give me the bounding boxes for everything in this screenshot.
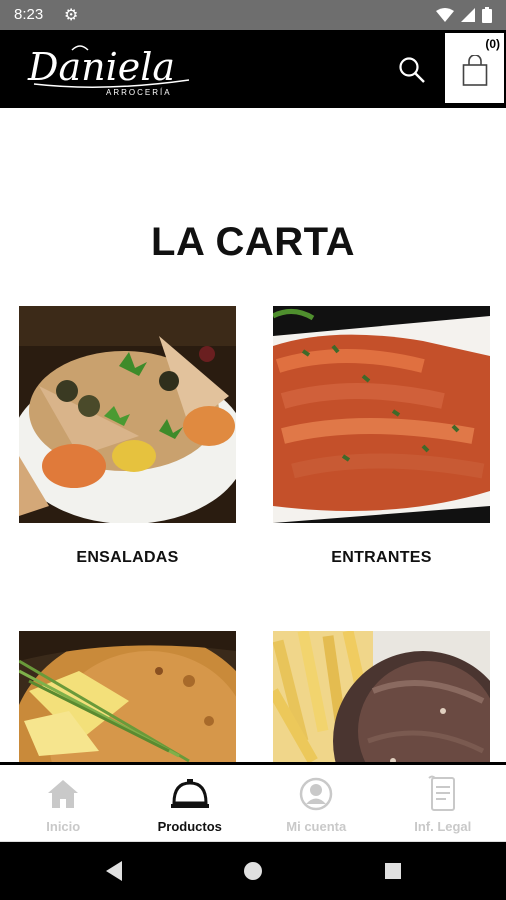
nav-label: Inf. Legal <box>414 819 472 834</box>
category-label: ENTRANTES <box>331 549 432 566</box>
status-time: 8:23 <box>14 6 44 23</box>
app-header: Daniela ARROCERÍA <box>0 30 506 108</box>
search-button[interactable] <box>394 52 430 88</box>
settings-gear-icon: ⚙ <box>64 7 79 24</box>
page-title: LA CARTA <box>151 220 355 264</box>
home-icon <box>48 780 79 808</box>
nav-label: Inicio <box>46 819 81 834</box>
status-bar: 8:23 ⚙ <box>0 0 506 30</box>
nav-label: Productos <box>157 819 222 834</box>
serving-cloche-icon <box>170 779 209 808</box>
category-label: ENSALADAS <box>76 549 179 566</box>
logo-sub-text: ARROCERÍA <box>106 88 172 97</box>
logo-script-text: Daniela <box>27 45 175 89</box>
nav-item-productos[interactable]: Productos <box>127 765 254 841</box>
back-icon[interactable] <box>104 860 124 882</box>
nav-item-inf-legal[interactable]: Inf. Legal <box>380 765 506 841</box>
recents-icon[interactable] <box>383 860 403 882</box>
home-button-icon[interactable] <box>243 860 263 882</box>
cart-count: (0) <box>485 37 500 51</box>
system-nav-bar <box>0 842 506 900</box>
wifi-icon <box>436 8 454 22</box>
document-icon <box>428 775 455 811</box>
search-icon <box>399 57 425 83</box>
bottom-nav: Inicio Productos Mi cuenta Inf. Legal <box>0 762 506 842</box>
cart-button[interactable]: (0) <box>444 32 505 104</box>
category-card-entrantes[interactable]: ENTRANTES <box>273 306 490 567</box>
prawns-photo <box>273 306 490 523</box>
salad-photo <box>19 306 236 523</box>
nav-label: Mi cuenta <box>286 819 347 834</box>
nav-item-mi-cuenta[interactable]: Mi cuenta <box>253 765 380 841</box>
category-card-ensaladas[interactable]: ENSALADAS <box>19 306 236 567</box>
battery-icon <box>482 7 492 23</box>
nav-item-inicio[interactable]: Inicio <box>0 765 127 841</box>
user-icon <box>300 777 333 811</box>
shopping-bag-icon <box>462 55 488 86</box>
daniela-logo[interactable]: Daniela ARROCERÍA <box>24 40 194 98</box>
signal-icon <box>461 8 475 22</box>
status-icons <box>436 7 492 23</box>
